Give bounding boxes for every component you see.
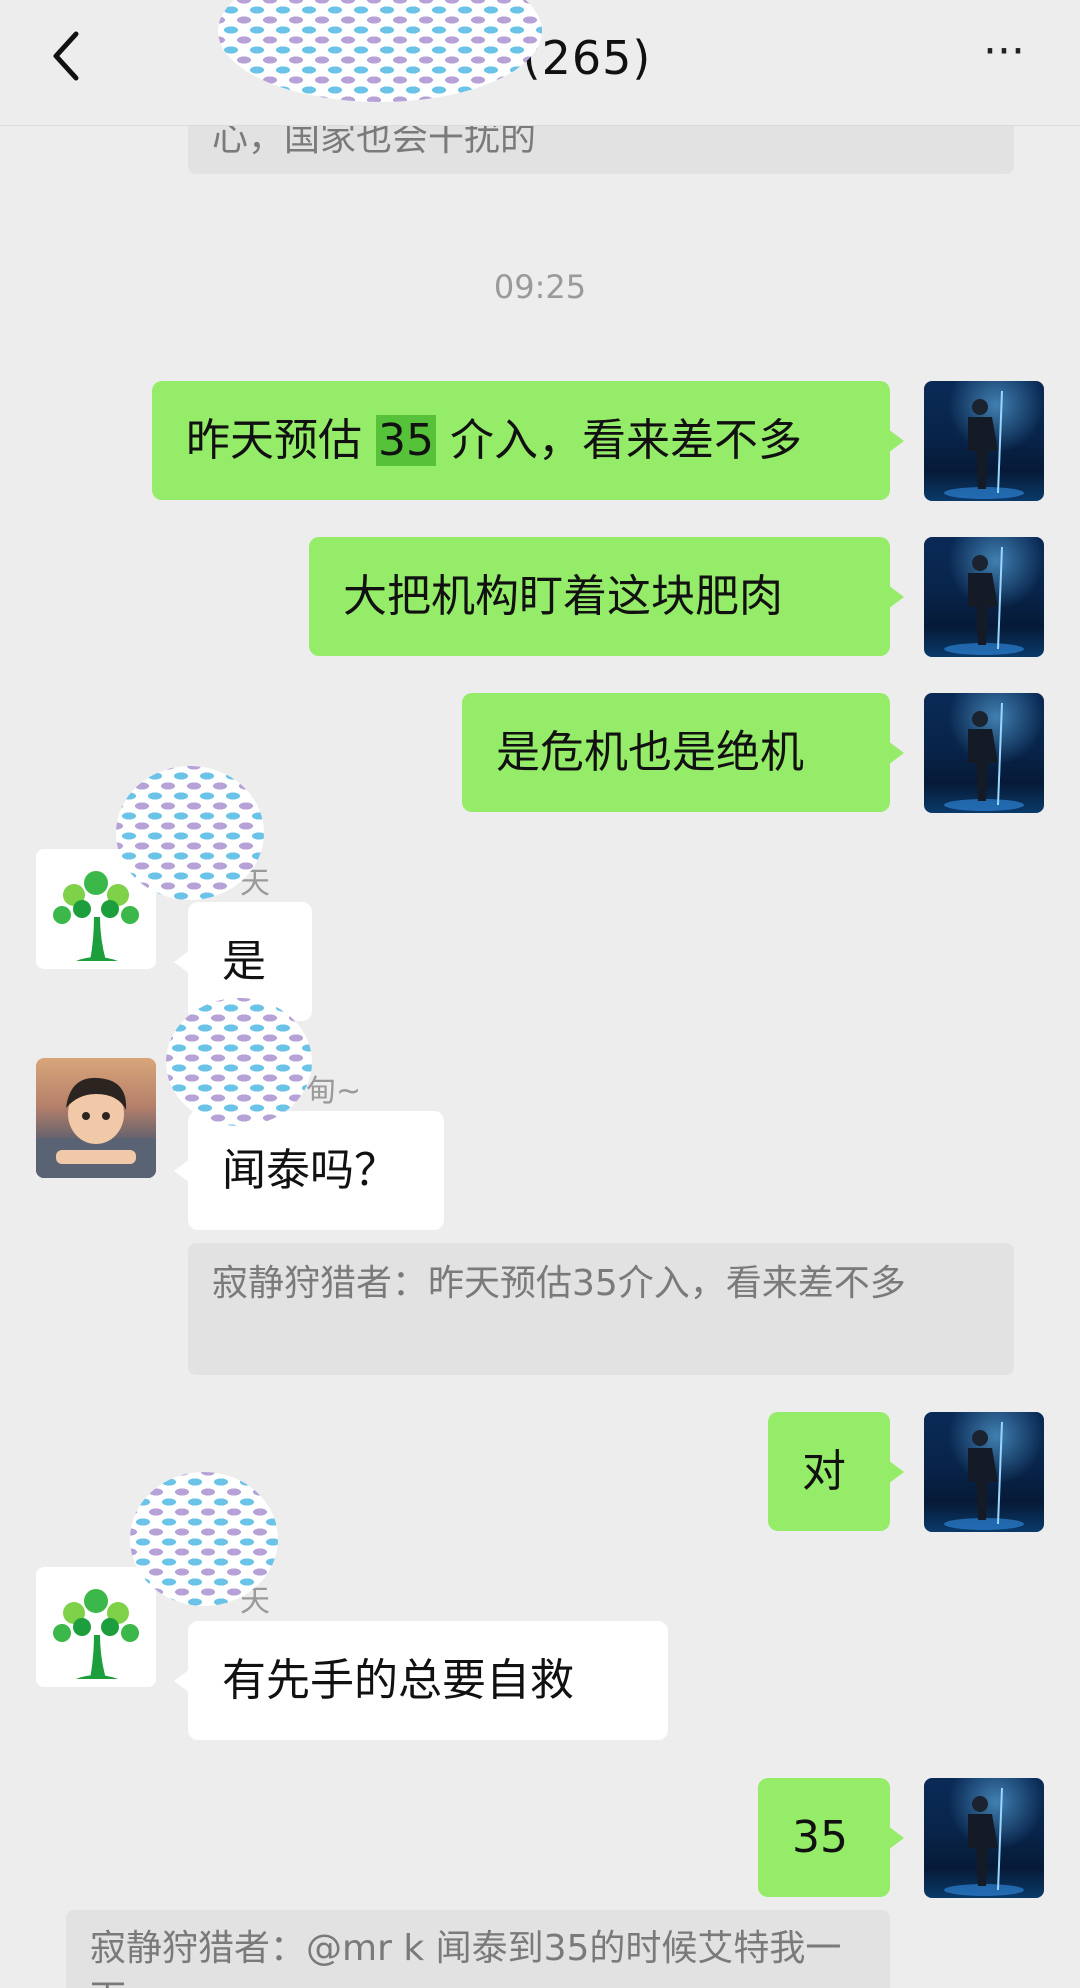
message-bubble-incoming[interactable]: 有先手的总要自救 (174, 1621, 668, 1740)
avatar-self[interactable] (924, 1778, 1044, 1898)
avatar-self[interactable] (924, 381, 1044, 501)
sender-name: 甸~ (306, 1074, 362, 1109)
avatar-contact[interactable] (36, 1058, 156, 1178)
message-text: 昨天预估 35 介入，看来差不多 (186, 414, 802, 466)
message-text-part: 昨天预估 (186, 414, 376, 466)
message-bubble-outgoing[interactable]: 35 (758, 1778, 904, 1897)
quote-block: 寂静狩猎者：@mr k 闻泰到35的时候艾特我一下 (66, 1910, 890, 1988)
message-text: 对 (802, 1445, 846, 1497)
avatar-contact[interactable] (36, 1567, 156, 1687)
boy-avatar-icon (36, 1077, 156, 1178)
warrior-avatar-icon (944, 546, 1024, 655)
more-icon: ··· (983, 26, 1025, 77)
message-bubble-outgoing[interactable]: 是危机也是绝机 (462, 693, 904, 812)
warrior-avatar-icon (944, 1421, 1024, 1530)
avatar-self[interactable] (924, 693, 1044, 813)
message-text-part: 介入，看来差不多 (436, 414, 802, 466)
redaction-mask (166, 998, 312, 1126)
redaction-mask (116, 766, 264, 900)
message-text: 闻泰吗？ (222, 1144, 398, 1196)
quote-text: 寂静狩猎者：昨天预估35介入，看来差不多 (212, 1263, 906, 1304)
message-bubble-outgoing[interactable]: 对 (768, 1412, 904, 1531)
avatar-self[interactable] (924, 1412, 1044, 1532)
message-text: 大把机构盯着这块肥肉 (343, 570, 783, 622)
message-text: 是危机也是绝机 (496, 726, 804, 778)
warrior-avatar-icon (944, 1787, 1024, 1896)
highlight-text: 35 (376, 414, 436, 466)
message-bubble-outgoing[interactable]: 昨天预估 35 介入，看来差不多 (152, 381, 904, 500)
warrior-avatar-icon (944, 390, 1024, 499)
message-bubble-outgoing[interactable]: 大把机构盯着这块肥肉 (309, 537, 904, 656)
message-bubble-incoming[interactable]: 闻泰吗？ (174, 1111, 444, 1230)
tree-avatar-icon (53, 1589, 139, 1679)
message-text: 是 (222, 935, 266, 987)
message-text: 有先手的总要自救 (222, 1654, 574, 1706)
redaction-mask (130, 1472, 278, 1606)
message-text: 35 (792, 1811, 848, 1863)
quote-text: 寂静狩猎者：@mr k 闻泰到35的时候艾特我一下 (90, 1928, 842, 1988)
timestamp: 09:25 (493, 268, 587, 306)
quote-block: 寂静狩猎者：昨天预估35介入，看来差不多 (188, 1243, 1014, 1375)
more-button[interactable]: ··· (976, 30, 1032, 80)
warrior-avatar-icon (944, 702, 1024, 811)
avatar-self[interactable] (924, 537, 1044, 657)
